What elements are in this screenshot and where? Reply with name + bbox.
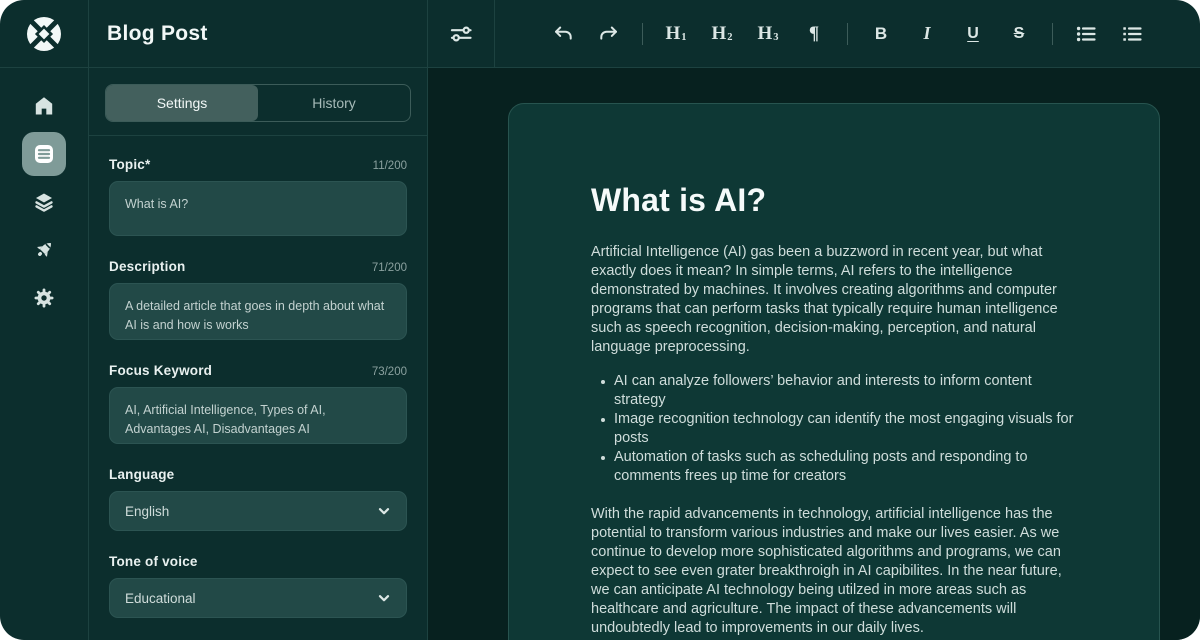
form-fields: Topic* 11/200 What is AI? Description 71… <box>89 136 427 639</box>
document-list-icon <box>32 142 56 166</box>
tone-of-voice-label: Tone of voice <box>109 554 198 569</box>
ordered-list-button[interactable] <box>1119 21 1145 47</box>
italic-icon: I <box>923 23 930 44</box>
body-row: Settings History Topic* 11/200 What is A… <box>89 68 1200 640</box>
tab-settings[interactable]: Settings <box>106 85 258 121</box>
sidebar-item-home[interactable] <box>22 84 66 128</box>
document-card[interactable]: What is AI? Artificial Intelligence (AI)… <box>508 103 1160 640</box>
underline-button[interactable]: U <box>960 21 986 47</box>
undo-icon <box>552 23 574 45</box>
description-char-counter: 71/200 <box>372 262 407 274</box>
document-heading: What is AI? <box>591 182 1077 219</box>
focus-keyword-label: Focus Keyword <box>109 363 212 378</box>
document-paragraph: Artificial Intelligence (AI) gas been a … <box>591 243 1077 357</box>
chevron-down-icon <box>376 590 392 606</box>
bullet-list-icon <box>1075 23 1097 45</box>
app-logo-icon[interactable] <box>25 15 63 53</box>
rocket-icon <box>32 238 56 262</box>
heading1-icon: H1 <box>665 23 686 45</box>
title-cell: Blog Post <box>89 0 428 67</box>
toolbar-buttons: H1 H2 H3 ¶ B I <box>495 0 1200 67</box>
gear-icon <box>32 286 56 310</box>
sidebar-nav <box>0 68 88 320</box>
home-icon <box>32 94 56 118</box>
document-bullet-item: AI can analyze followers’ behavior and i… <box>597 372 1077 410</box>
sidebar-item-layers[interactable] <box>22 180 66 224</box>
sidebar-item-settings[interactable] <box>22 276 66 320</box>
field-focus-keyword: Focus Keyword 73/200 AI, Artificial Inte… <box>109 363 407 444</box>
top-bar: Blog Post <box>89 0 1200 68</box>
italic-button[interactable]: I <box>914 21 940 47</box>
focus-keyword-input[interactable]: AI, Artificial Intelligence, Types of AI… <box>109 387 407 444</box>
strikethrough-icon: S <box>1014 25 1025 43</box>
language-selected-value: English <box>125 504 169 519</box>
sidebar-item-blog-posts[interactable] <box>22 132 66 176</box>
tab-history[interactable]: History <box>258 85 410 121</box>
toolbar-options-button[interactable] <box>428 0 495 67</box>
document-paragraph: With the rapid advancements in technolog… <box>591 505 1077 638</box>
icon-sidebar <box>0 0 89 640</box>
chevron-down-icon <box>376 503 392 519</box>
description-input[interactable]: A detailed article that goes in depth ab… <box>109 283 407 340</box>
strikethrough-button[interactable]: S <box>1006 21 1032 47</box>
editor-toolbar: H1 H2 H3 ¶ B I <box>428 0 1200 67</box>
main-column: Blog Post <box>89 0 1200 640</box>
document-bullet-item: Image recognition technology can identif… <box>597 410 1077 448</box>
redo-icon <box>598 23 620 45</box>
description-label: Description <box>109 259 185 274</box>
toolbar-divider <box>847 23 848 45</box>
undo-button[interactable] <box>550 21 576 47</box>
sliders-icon <box>449 22 473 46</box>
topic-label: Topic* <box>109 157 150 172</box>
layers-icon <box>32 190 56 214</box>
tabs-section: Settings History <box>89 68 427 136</box>
heading3-icon: H3 <box>757 23 778 45</box>
field-topic: Topic* 11/200 What is AI? <box>109 157 407 236</box>
paragraph-button[interactable]: ¶ <box>801 21 827 47</box>
document-bullet-item: Automation of tasks such as scheduling p… <box>597 448 1077 486</box>
toolbar-divider <box>642 23 643 45</box>
heading1-button[interactable]: H1 <box>663 21 689 47</box>
field-description: Description 71/200 A detailed article th… <box>109 259 407 340</box>
underline-icon: U <box>967 25 979 43</box>
settings-panel: Settings History Topic* 11/200 What is A… <box>89 68 428 640</box>
heading2-icon: H2 <box>711 23 732 45</box>
heading2-button[interactable]: H2 <box>709 21 735 47</box>
bullet-list-button[interactable] <box>1073 21 1099 47</box>
ordered-list-icon <box>1121 23 1143 45</box>
logo-cell <box>0 0 88 68</box>
topic-char-counter: 11/200 <box>373 160 407 172</box>
topic-input[interactable]: What is AI? <box>109 181 407 236</box>
language-select[interactable]: English <box>109 491 407 531</box>
toolbar-divider <box>1052 23 1053 45</box>
tab-switcher: Settings History <box>105 84 411 122</box>
focus-keyword-char-counter: 73/200 <box>372 366 407 378</box>
sidebar-item-rocket[interactable] <box>22 228 66 272</box>
tone-selected-value: Educational <box>125 591 196 606</box>
paragraph-icon: ¶ <box>809 23 819 45</box>
field-language: Language English <box>109 467 407 531</box>
field-tone-of-voice: Tone of voice Educational <box>109 554 407 618</box>
redo-button[interactable] <box>596 21 622 47</box>
tone-of-voice-select[interactable]: Educational <box>109 578 407 618</box>
page-title: Blog Post <box>107 22 208 46</box>
bold-icon: B <box>875 24 887 44</box>
editor-area: What is AI? Artificial Intelligence (AI)… <box>428 68 1200 640</box>
app-window: Blog Post <box>0 0 1200 640</box>
bold-button[interactable]: B <box>868 21 894 47</box>
heading3-button[interactable]: H3 <box>755 21 781 47</box>
language-label: Language <box>109 467 174 482</box>
document-bullet-list: AI can analyze followers’ behavior and i… <box>591 372 1077 486</box>
